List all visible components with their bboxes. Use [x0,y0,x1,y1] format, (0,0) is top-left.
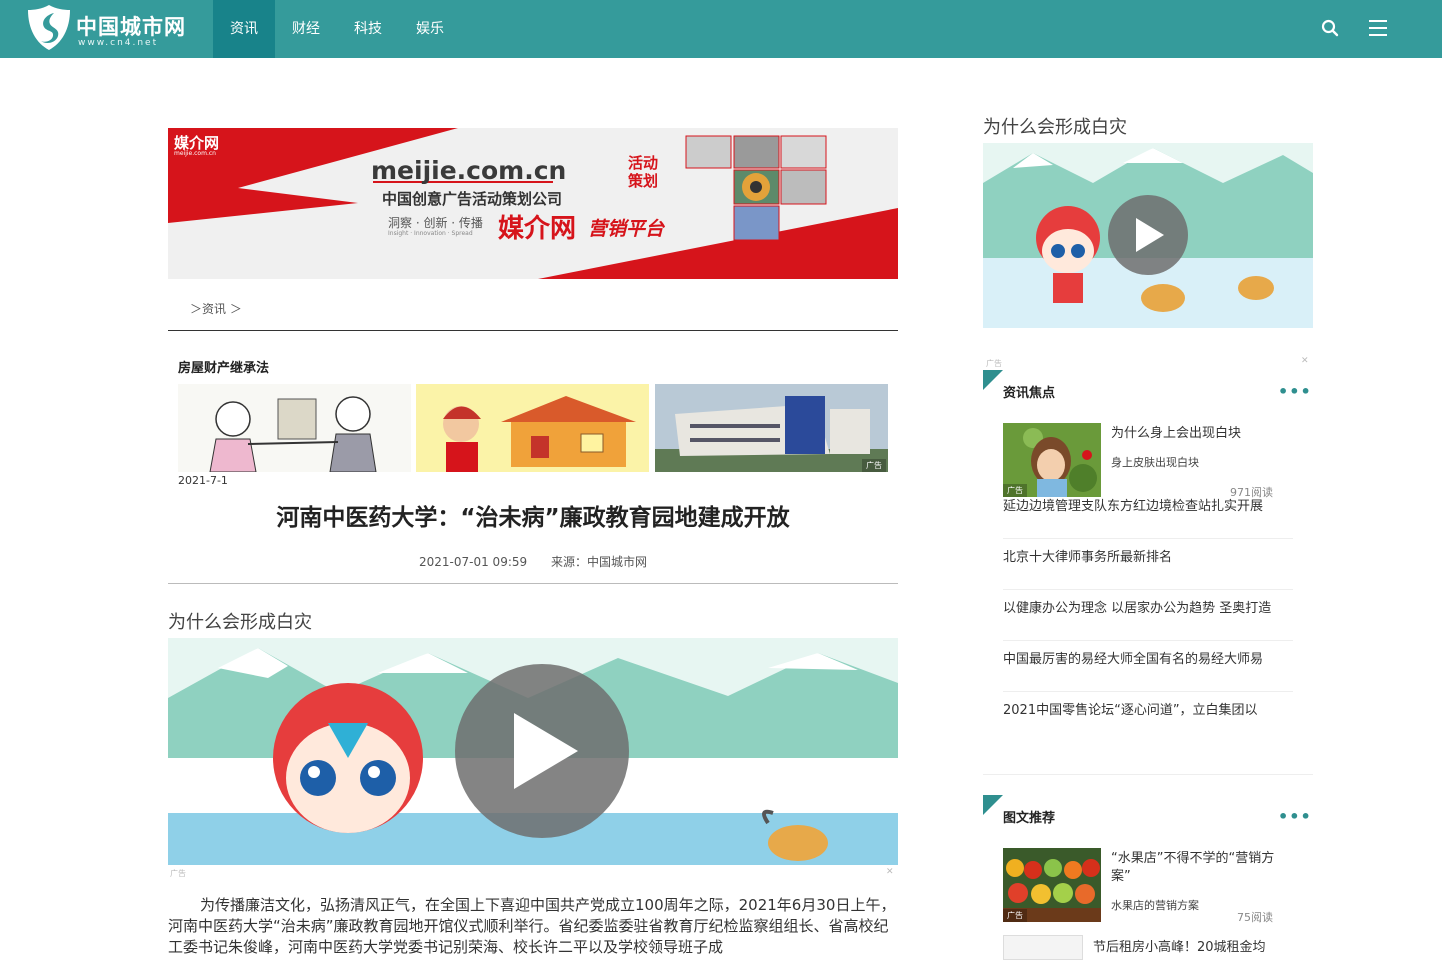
ad-tag: 广告 [986,359,1002,368]
related-thumb-cartoon-dispute[interactable] [178,384,411,472]
article-body: 为传播廉洁文化，弘扬清风正气，在全国上下喜迎中国共产党成立100周年之际，202… [168,896,896,956]
banner-slogan-en: Insight · Innovation · Spread [388,230,473,237]
related-date: 2021-7-1 [178,474,228,487]
panel-flag-icon [983,370,1003,390]
search-icon[interactable] [1320,18,1340,38]
ad-banner[interactable]: 媒介网 meijie.com.cn meijie.com.cn 中国创意广告活动… [168,128,898,279]
recommend-panel: 图文推荐 ••• 广告 “水果店”不得不学的“营销方案” 水果店的营销方案 75… [983,795,1313,960]
list-item[interactable]: 北京十大律师事务所最新排名 [1003,539,1293,590]
feature-thumb-girl[interactable]: 广告 [1003,423,1101,497]
hamburger-menu-icon[interactable] [1368,18,1388,38]
breadcrumb[interactable]: ＞资讯 ＞ [190,300,242,317]
list-item[interactable]: 延边边境管理支队东方红边境检查站扎实开展 [1003,488,1293,539]
ad-tag: 广告 [1003,909,1027,922]
more-icon[interactable]: ••• [1278,382,1312,401]
more-icon[interactable]: ••• [1278,807,1312,826]
related-thumb-building-photo[interactable]: 广告 [655,384,888,472]
article-title: 河南中医药大学：“治未病”廉政教育园地建成开放 [276,505,790,531]
banner-slogan: 洞察 · 创新 · 传播 [388,216,483,230]
article-meta: 2021-07-01 09:59 来源：中国城市网 [168,553,898,570]
top-navigation-bar: 中国城市网 www.cn4.net 资讯 财经 科技 娱乐 [0,0,1442,58]
banner-company: 中国创意广告活动策划公司 [382,190,563,208]
logo-url: www.cn4.net [78,38,159,48]
feature-thumb-fruit[interactable]: 广告 [1003,848,1101,922]
banner-platform-a: 媒介网 [498,214,577,244]
sidebar-video-title[interactable]: 为什么会形成白灾 [983,113,1127,139]
banner-brand-sub: meijie.com.cn [174,150,216,157]
related-topic-title[interactable]: 房屋财产继承法 [178,357,269,376]
list-item[interactable]: 以健康办公为理念 以居家办公为趋势 圣奥打造 [1003,590,1293,641]
article-source: 来源：中国城市网 [550,555,647,569]
ad-close-icon[interactable]: ✕ [886,867,894,877]
panel-title: 图文推荐 [1003,811,1056,826]
article-meta-divider [168,583,898,584]
nav-item-finance[interactable]: 财经 [275,0,337,58]
nav-item-tech[interactable]: 科技 [337,0,399,58]
list-item[interactable]: 2021中国零售论坛“逐心问道”，立白集团以 [1003,692,1293,743]
news-list: 延边边境管理支队东方红边境检查站扎实开展 北京十大律师事务所最新排名 以健康办公… [1003,488,1293,743]
main-nav: 资讯 财经 科技 娱乐 [213,0,461,58]
breadcrumb-divider [168,330,898,331]
banner-planning: 策划 [628,172,659,190]
feature-title[interactable]: “水果店”不得不学的“营销方案” [1111,850,1291,886]
logo-text: 中国城市网 [76,15,186,39]
video-title[interactable]: 为什么会形成白灾 [168,608,312,634]
ad-close-icon[interactable]: ✕ [1301,356,1309,366]
news-focus-panel: 资讯焦点 ••• 广告 为什么身上会出现白块 身上皮肤出现白块 971阅读 延边… [983,370,1313,775]
related-thumb-house-cartoon[interactable] [416,384,649,472]
nav-item-entertainment[interactable]: 娱乐 [399,0,461,58]
next-item-title[interactable]: 节后租房小高峰！20城租金均 [1093,936,1266,955]
related-thumbnails: 广告 [178,384,888,472]
banner-platform-b: 营销平台 [588,218,665,240]
shield-logo-icon [28,5,70,50]
feature-reads: 75阅读 [1237,911,1273,924]
feature-subtitle: 身上皮肤出现白块 [1111,456,1199,469]
site-logo[interactable]: 中国城市网 www.cn4.net [26,3,185,53]
banner-domain: meijie.com.cn [371,156,567,185]
sidebar-video-player[interactable] [983,143,1313,328]
ad-tag: 广告 [862,459,886,472]
panel-flag-icon [983,795,1003,815]
ad-tag: 广告 [170,869,186,878]
feature-title[interactable]: 为什么身上会出现白块 [1111,425,1291,443]
nav-item-news[interactable]: 资讯 [213,0,275,58]
next-item-thumb[interactable] [1003,935,1083,960]
panel-title: 资讯焦点 [1003,386,1056,401]
video-player[interactable] [168,638,898,865]
list-item[interactable]: 中国最厉害的易经大师全国有名的易经大师易 [1003,641,1293,692]
article-datetime: 2021-07-01 09:59 [419,555,528,569]
